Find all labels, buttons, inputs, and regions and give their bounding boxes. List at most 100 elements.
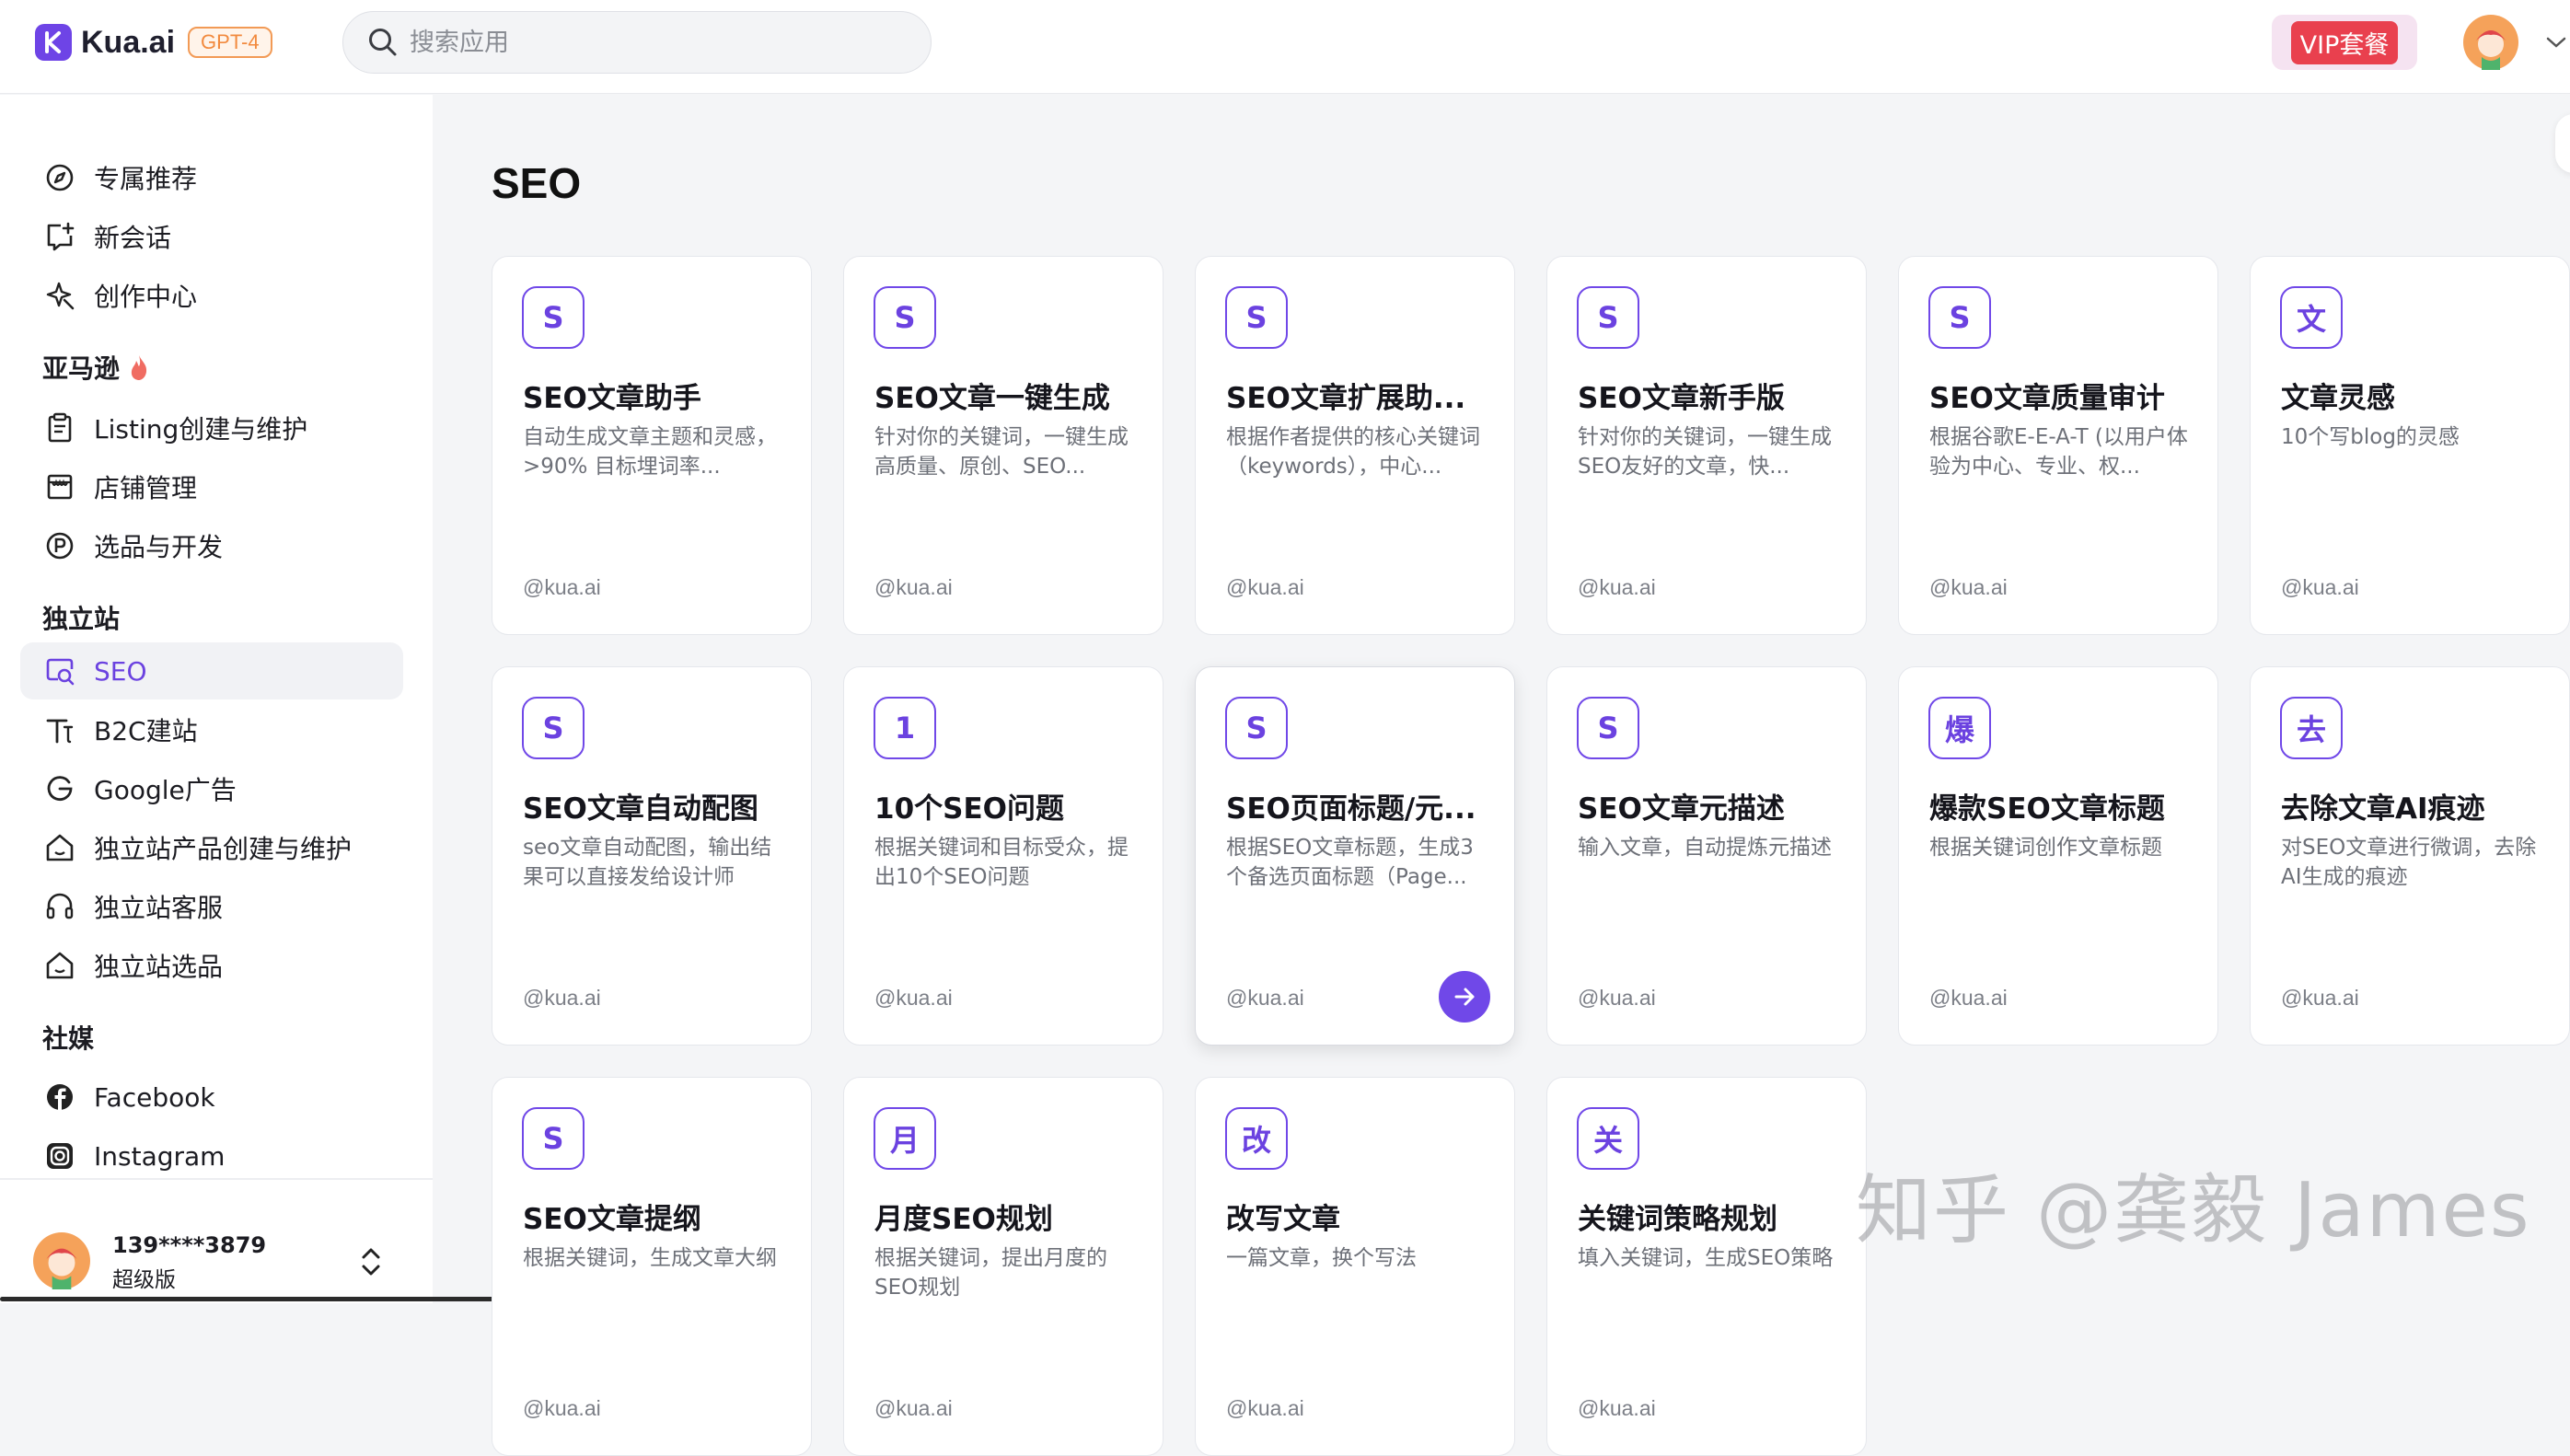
app-card[interactable]: 去去除文章AI痕迹 对SEO文章进行微调，去除AI生成的痕迹 @kua.ai — [2250, 666, 2570, 1046]
app-card-description: 输入文章，自动提炼元描述 — [1578, 836, 1832, 860]
open-app-button[interactable] — [1439, 971, 1490, 1023]
sidebar-item-store[interactable]: 店铺管理 — [20, 458, 403, 515]
app-card-author: @kua.ai — [2281, 986, 2359, 1010]
kua-logo-icon — [35, 24, 72, 61]
app-card[interactable]: S SEO文章一键生成 针对你的关键词，一键生成高质量、原创、SEO... @kua.… — [843, 256, 1163, 635]
app-card-title: 文章灵感 — [2281, 382, 2395, 415]
sidebar-item-seo[interactable]: SEO — [20, 642, 403, 699]
app-card-author: @kua.ai — [1226, 1396, 1304, 1420]
app-card-description: 根据关键词，提出月度的SEO规划 — [874, 1246, 1107, 1300]
section-title-text: 亚马逊 — [42, 353, 121, 384]
sidebar-item-label: 创作中心 — [94, 282, 198, 312]
app-card[interactable]: 1 10个SEO问题 根据关键词和目标受众，提出10个SEO问题 @kua.ai — [843, 666, 1163, 1046]
sidebar-item-site-selection[interactable]: 独立站选品 — [20, 937, 403, 994]
new-chat-icon — [42, 219, 77, 254]
app-card-title: SEO文章助手 — [523, 382, 701, 415]
app-card-title: SEO文章元描述 — [1578, 792, 1785, 826]
brand-logo[interactable]: Kua.ai GPT-4 — [35, 24, 272, 61]
sidebar-item-label: Listing创建与维护 — [94, 414, 308, 445]
app-card-description: 针对你的关键词，一键生成高质量、原创、SEO... — [874, 425, 1129, 479]
app-card-icon: 文 — [2280, 286, 2343, 349]
app-card-author: @kua.ai — [874, 1396, 953, 1420]
app-card-author: @kua.ai — [1578, 575, 1656, 599]
section-title-social: 社媒 — [42, 1019, 94, 1056]
sidebar-item-facebook[interactable]: Facebook — [20, 1069, 403, 1126]
clipboard-icon — [42, 410, 77, 445]
sidebar-item-google-ads[interactable]: Google广告 — [20, 760, 403, 817]
sidebar-item-b2c[interactable]: B2C建站 — [20, 701, 403, 758]
account-switcher[interactable]: 139****3879 超级版 — [33, 1229, 401, 1293]
house-icon — [42, 830, 77, 865]
account-plan: 超级版 — [112, 1268, 176, 1292]
app-card-title: SEO文章扩展助... — [1226, 382, 1466, 415]
sidebar-item-new-chat[interactable]: 新会话 — [20, 208, 403, 265]
app-card[interactable]: 文文章灵感 10个写blog的灵感 @kua.ai — [2250, 256, 2570, 635]
app-card-author: @kua.ai — [2281, 575, 2359, 599]
app-card-title: SEO文章质量审计 — [1929, 382, 2165, 415]
sidebar-item-label: SEO — [94, 655, 147, 687]
google-icon — [42, 771, 77, 806]
app-card[interactable]: S SEO文章提纲 根据关键词，生成文章大纲 @kua.ai — [492, 1077, 812, 1456]
sidebar-item-label: 选品与开发 — [94, 532, 224, 562]
app-card-author: @kua.ai — [523, 575, 601, 599]
typography-icon — [42, 712, 77, 747]
search-bar[interactable] — [342, 11, 932, 74]
app-card-icon: S — [522, 286, 585, 349]
app-card-icon: S — [522, 697, 585, 759]
app-card[interactable]: 改改写文章 一篇文章，换个写法 @kua.ai — [1195, 1077, 1515, 1456]
app-card[interactable]: S SEO文章元描述 输入文章，自动提炼元描述 @kua.ai — [1546, 666, 1867, 1046]
sidebar-item-label: Instagram — [94, 1140, 226, 1172]
app-card[interactable]: S SEO文章自动配图 seo文章自动配图，输出结果可以直接发给设计师 @kua.ai — [492, 666, 812, 1046]
app-card[interactable]: S SEO文章扩展助... 根据作者提供的核心关键词（keywords），中心...… — [1195, 256, 1515, 635]
app-card[interactable]: S SEO文章助手 自动生成文章主题和灵感，>90% 目标埋词率... @kua.ai — [492, 256, 812, 635]
sidebar-item-creation[interactable]: 创作中心 — [20, 267, 403, 324]
vip-label: VIP套餐 — [2290, 20, 2399, 64]
model-badge[interactable]: GPT-4 — [188, 27, 272, 58]
app-card-icon: S — [1928, 286, 1991, 349]
app-card-description: 一篇文章，换个写法 — [1226, 1246, 1417, 1270]
app-card-author: @kua.ai — [523, 1396, 601, 1420]
chevron-down-icon[interactable] — [2542, 31, 2570, 53]
avatar — [33, 1232, 90, 1289]
sidebar-item-site-service[interactable]: 独立站客服 — [20, 878, 403, 935]
sidebar-item-label: 店铺管理 — [94, 473, 198, 503]
section-title-amazon: 亚马逊 — [42, 349, 151, 386]
app-card-title: 关键词策略规划 — [1578, 1203, 1777, 1236]
sidebar-item-label: 专属推荐 — [94, 164, 198, 194]
app-card-title: 月度SEO规划 — [874, 1203, 1053, 1236]
sidebar-item-site-products[interactable]: 独立站产品创建与维护 — [20, 819, 403, 876]
house-icon — [42, 948, 77, 983]
app-card[interactable]: S SEO文章新手版 针对你的关键词，一键生成SEO友好的文章，快... @kua.a… — [1546, 256, 1867, 635]
watermark-text: 知乎 @龚毅 James — [1856, 1167, 2531, 1254]
vip-button[interactable]: VIP套餐 — [2272, 15, 2417, 70]
app-card-title: 10个SEO问题 — [874, 792, 1064, 826]
expand-collapse-icon[interactable] — [355, 1243, 387, 1280]
app-card[interactable]: 月月度SEO规划根据关键词，提出月度的SEO规划 @kua.ai — [843, 1077, 1163, 1456]
app-card-author: @kua.ai — [874, 575, 953, 599]
app-card-description: 根据关键词，生成文章大纲 — [523, 1246, 777, 1270]
app-card-title: SEO页面标题/元... — [1226, 792, 1476, 826]
compass-icon — [42, 160, 77, 195]
search-input[interactable] — [410, 28, 907, 57]
side-panel-toggle[interactable] — [2555, 114, 2570, 173]
sidebar-item-instagram[interactable]: Instagram — [20, 1127, 403, 1184]
app-card-icon: 关 — [1577, 1107, 1639, 1170]
fire-icon — [131, 355, 147, 380]
app-card-title: 去除文章AI痕迹 — [2281, 792, 2485, 826]
app-card-icon: 月 — [874, 1107, 936, 1170]
app-card-author: @kua.ai — [1226, 986, 1304, 1010]
sidebar-item-recommend[interactable]: 专属推荐 — [20, 149, 403, 206]
app-card[interactable]: S SEO文章质量审计 根据谷歌E-E-A-T (以用户体验为中心、专业、权... @… — [1898, 256, 2218, 635]
search-icon — [369, 29, 397, 56]
app-card-title: SEO文章提纲 — [523, 1203, 701, 1236]
sidebar-item-listing[interactable]: Listing创建与维护 — [20, 399, 403, 456]
app-card[interactable]: 关关键词策略规划 填入关键词，生成SEO策略 @kua.ai — [1546, 1077, 1867, 1456]
app-card-title: SEO文章新手版 — [1578, 382, 1785, 415]
app-card[interactable]: S SEO页面标题/元... 根据SEO文章标题，生成3个备选页面标题（Page..… — [1195, 666, 1515, 1046]
instagram-icon — [42, 1138, 77, 1173]
sidebar-item-product-dev[interactable]: 选品与开发 — [20, 517, 403, 574]
user-avatar[interactable] — [2463, 15, 2518, 70]
app-card-description: seo文章自动配图，输出结果可以直接发给设计师 — [523, 836, 772, 889]
app-card[interactable]: 爆爆款SEO文章标题 根据关键词创作文章标题 @kua.ai — [1898, 666, 2218, 1046]
app-card-title: 爆款SEO文章标题 — [1929, 792, 2165, 826]
